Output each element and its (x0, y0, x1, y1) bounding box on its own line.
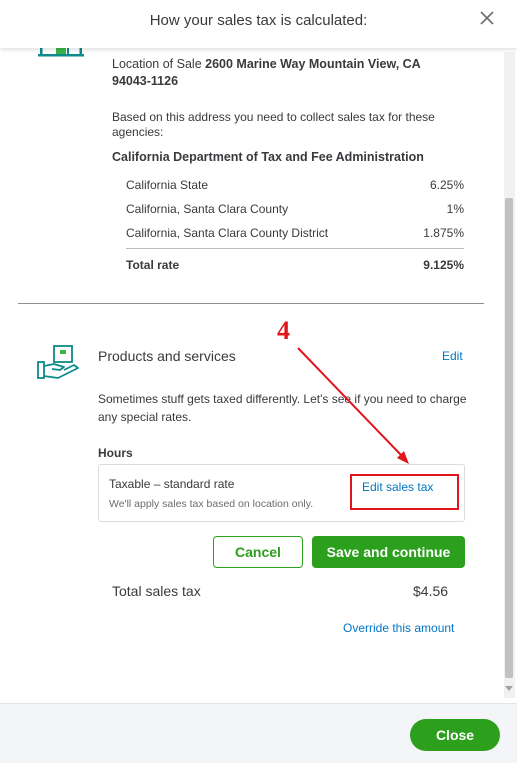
rate-value: 1.875% (423, 226, 464, 240)
products-services-title: Products and services (98, 348, 236, 364)
location-of-sale: Location of Sale 2600 Marine Way Mountai… (112, 56, 452, 90)
dialog-body[interactable]: Location of Sale 2600 Marine Way Mountai… (0, 48, 517, 701)
total-rate-row: Total rate 9.125% (126, 258, 464, 272)
location-label: Location of Sale (112, 57, 202, 71)
dialog-header: How your sales tax is calculated: (0, 0, 517, 48)
rate-row: California, Santa Clara County 1% (126, 202, 464, 216)
cancel-button[interactable]: Cancel (213, 536, 303, 568)
section-divider (18, 303, 484, 304)
total-sales-tax-label: Total sales tax (112, 583, 201, 599)
products-description: Sometimes stuff gets taxed differently. … (98, 392, 467, 424)
rate-value: 6.25% (429, 178, 464, 192)
close-icon[interactable] (479, 10, 495, 26)
store-icon (38, 48, 84, 57)
rate-divider (126, 248, 464, 249)
rate-row: California, Santa Clara County District … (126, 226, 464, 240)
tax-note: We'll apply sales tax based on location … (109, 498, 314, 510)
override-amount-link[interactable]: Override this amount (343, 621, 454, 635)
agencies-intro: Based on this address you need to collec… (112, 110, 435, 139)
item-label: Hours (98, 446, 133, 460)
rate-name: California, Santa Clara County (126, 202, 289, 216)
rate-name: California, Santa Clara County District (126, 226, 329, 240)
annotation-highlight-box (350, 474, 459, 510)
close-button[interactable]: Close (410, 719, 500, 751)
scrollbar-thumb[interactable] (505, 198, 513, 678)
scroll-down-arrow-icon[interactable] (505, 686, 513, 691)
rate-name: California State (126, 178, 209, 192)
total-sales-tax-value: $4.56 (413, 583, 449, 599)
dialog-footer: Close (0, 703, 517, 763)
tax-type: Taxable – standard rate (109, 477, 235, 491)
dialog-title: How your sales tax is calculated: (149, 12, 368, 29)
total-rate-value: 9.125% (423, 258, 464, 272)
total-rate-label: Total rate (126, 258, 180, 272)
edit-products-link[interactable]: Edit (442, 349, 463, 363)
annotation-step-number: 4 (277, 316, 290, 345)
rate-value: 1% (446, 202, 464, 216)
hand-box-icon (37, 345, 79, 379)
agency-name: California Department of Tax and Fee Adm… (112, 150, 424, 164)
rate-row: California State 6.25% (126, 178, 464, 192)
save-and-continue-button[interactable]: Save and continue (312, 536, 465, 568)
